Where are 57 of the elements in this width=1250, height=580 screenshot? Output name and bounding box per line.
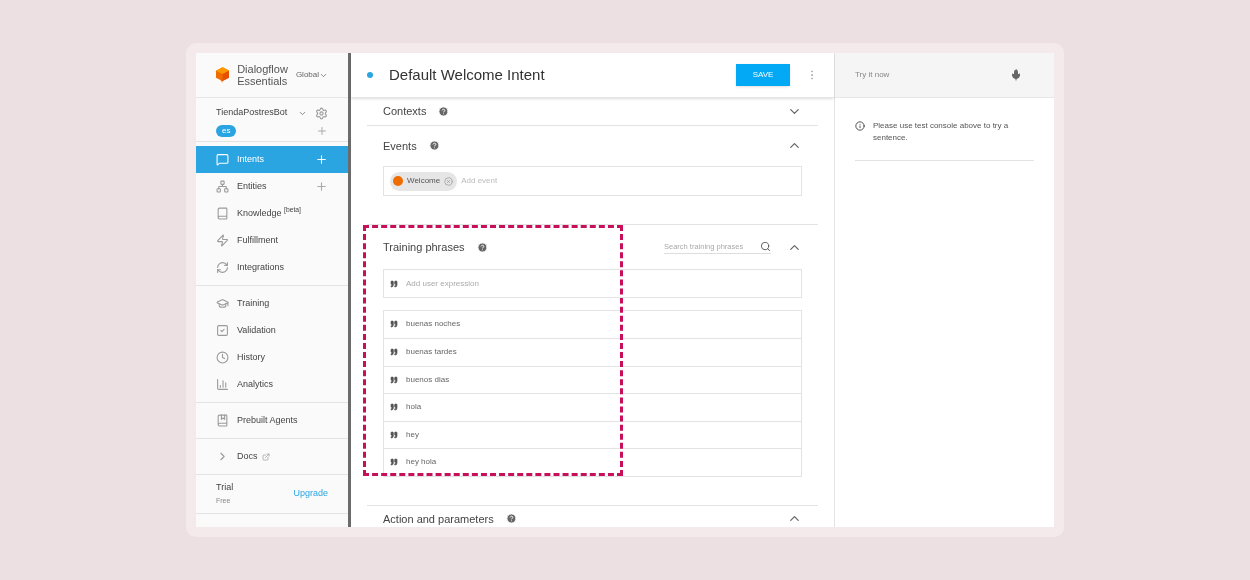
brand-name: Dialogflow bbox=[237, 63, 288, 75]
agent-dropdown[interactable]: TiendaPostresBot bbox=[216, 106, 288, 120]
brand-name: Essentials bbox=[237, 75, 288, 87]
hierarchy-icon bbox=[216, 180, 229, 193]
book-icon bbox=[216, 207, 229, 220]
bar-chart-icon bbox=[216, 378, 229, 391]
help-icon[interactable] bbox=[476, 241, 488, 253]
quote-icon bbox=[390, 458, 398, 467]
add-event-input[interactable]: Add event bbox=[461, 175, 795, 187]
nav-item[interactable]: Analytics bbox=[196, 371, 348, 398]
training-phrase-row[interactable]: buenas tardes bbox=[384, 338, 801, 366]
training-phrase-row[interactable]: hey bbox=[384, 420, 801, 448]
add-expression-field[interactable]: Add user expression bbox=[383, 268, 802, 298]
quote-icon bbox=[390, 403, 398, 412]
nav-item[interactable]: Docs bbox=[196, 443, 348, 470]
events-field[interactable]: Welcome Add event bbox=[383, 166, 802, 196]
info-icon bbox=[855, 121, 865, 131]
nav-item[interactable]: History bbox=[196, 344, 348, 371]
nav-item[interactable]: Entities bbox=[196, 173, 348, 200]
quote-icon bbox=[390, 430, 398, 439]
clock-icon bbox=[216, 351, 229, 364]
nav-item[interactable]: Training bbox=[196, 290, 348, 317]
quote-icon bbox=[390, 320, 398, 329]
microphone-icon[interactable] bbox=[1010, 69, 1022, 81]
refresh-icon bbox=[216, 261, 229, 274]
nav-item[interactable]: Knowledge $^{[beta]}$ bbox=[196, 200, 348, 227]
add-icon[interactable] bbox=[315, 153, 328, 166]
intent-title: Default Welcome Intent bbox=[389, 64, 545, 85]
help-icon[interactable] bbox=[428, 140, 440, 152]
nav-item[interactable]: Prebuilt Agents bbox=[196, 407, 348, 434]
nav-item[interactable]: Integrations bbox=[196, 254, 348, 281]
plan-name: Trial bbox=[216, 481, 234, 494]
quote-icon bbox=[390, 375, 398, 384]
lightning-icon bbox=[216, 234, 229, 247]
training-phrase-row[interactable]: buenas noches bbox=[384, 310, 801, 338]
section-title: Contexts bbox=[383, 104, 427, 119]
help-icon[interactable] bbox=[505, 513, 517, 525]
nav-item[interactable]: Validation bbox=[196, 317, 348, 344]
event-chip[interactable]: Welcome bbox=[390, 171, 458, 191]
info-message: Please use test console above to try a sentence. bbox=[873, 120, 1010, 144]
test-console-input[interactable]: Try it now bbox=[855, 69, 1010, 81]
nav-item[interactable]: Fulfillment bbox=[196, 227, 348, 254]
section-title: Action and parameters bbox=[383, 511, 494, 527]
section-title: Events bbox=[383, 138, 417, 154]
training-phrase-row[interactable]: hey hola bbox=[384, 448, 801, 476]
help-icon[interactable] bbox=[438, 105, 450, 117]
bookmark-icon bbox=[216, 414, 229, 427]
quote-icon bbox=[390, 279, 398, 288]
training-phrase-row[interactable]: hola bbox=[384, 393, 801, 421]
region-dropdown[interactable]: Global bbox=[295, 69, 328, 81]
search-icon[interactable] bbox=[760, 240, 771, 252]
training-phrase-row[interactable]: buenos dias bbox=[384, 365, 801, 393]
checkbox-icon bbox=[216, 324, 229, 337]
external-link-icon bbox=[261, 452, 270, 461]
graduation-cap-icon bbox=[216, 297, 229, 310]
section-title: Training phrases bbox=[383, 240, 465, 255]
quote-icon bbox=[390, 348, 398, 357]
